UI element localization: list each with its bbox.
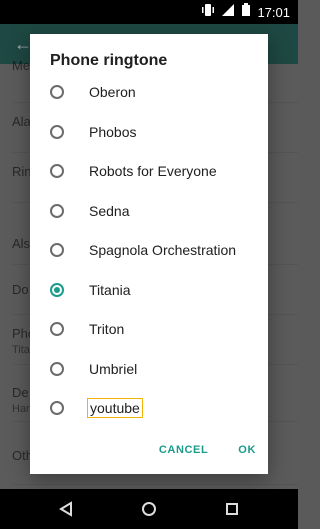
dialog-title: Phone ringtone [50,52,168,69]
signal-icon [221,3,235,22]
ringtone-option-label: Phobos [89,124,137,140]
radio-button-checked[interactable] [50,283,64,297]
ringtone-option-label: Robots for Everyone [89,163,217,179]
vibrate-icon [201,3,215,22]
radio-button[interactable] [50,401,64,415]
back-icon[interactable] [54,489,78,529]
ringtone-option-label: Oberon [89,84,136,100]
ringtone-option[interactable]: Oberon [30,79,268,113]
ringtone-option-selected[interactable]: Titania [30,271,268,311]
radio-button[interactable] [50,243,64,257]
status-icons: 17:01 [201,0,290,24]
ringtone-option-label: youtube [87,398,143,418]
ringtone-dialog: Phone ringtone Oberon Phobos Robots for … [30,34,268,474]
ringtone-option-label: Sedna [89,203,130,219]
recents-icon[interactable] [220,489,244,529]
status-time: 17:01 [257,4,290,20]
battery-icon [241,2,251,22]
ringtone-option[interactable]: Sedna [30,192,268,232]
ringtone-option[interactable]: Spagnola Orchestration [30,231,268,271]
ringtone-option-focused[interactable]: youtube [30,389,268,424]
ringtone-option-label: Titania [89,282,131,298]
ringtone-option[interactable]: Triton [30,310,268,350]
ringtone-option-label: Triton [89,321,125,337]
radio-button[interactable] [50,85,64,99]
ringtone-list[interactable]: Oberon Phobos Robots for Everyone Sedna … [30,79,268,424]
radio-button[interactable] [50,164,64,178]
ringtone-option[interactable]: Phobos [30,113,268,153]
radio-button[interactable] [50,322,64,336]
home-icon[interactable] [137,489,161,529]
navigation-bar [0,489,298,529]
ringtone-option-label: Spagnola Orchestration [89,242,237,258]
ringtone-option[interactable]: Umbriel [30,350,268,390]
radio-button[interactable] [50,204,64,218]
ringtone-option-label: Umbriel [89,361,138,377]
status-bar: 17:01 [0,0,298,24]
ok-button[interactable]: OK [238,444,256,456]
dialog-actions: CANCEL OK [159,440,256,460]
radio-button[interactable] [50,362,64,376]
ringtone-option[interactable]: Robots for Everyone [30,152,268,192]
cancel-button[interactable]: CANCEL [159,444,208,456]
radio-button[interactable] [50,125,64,139]
